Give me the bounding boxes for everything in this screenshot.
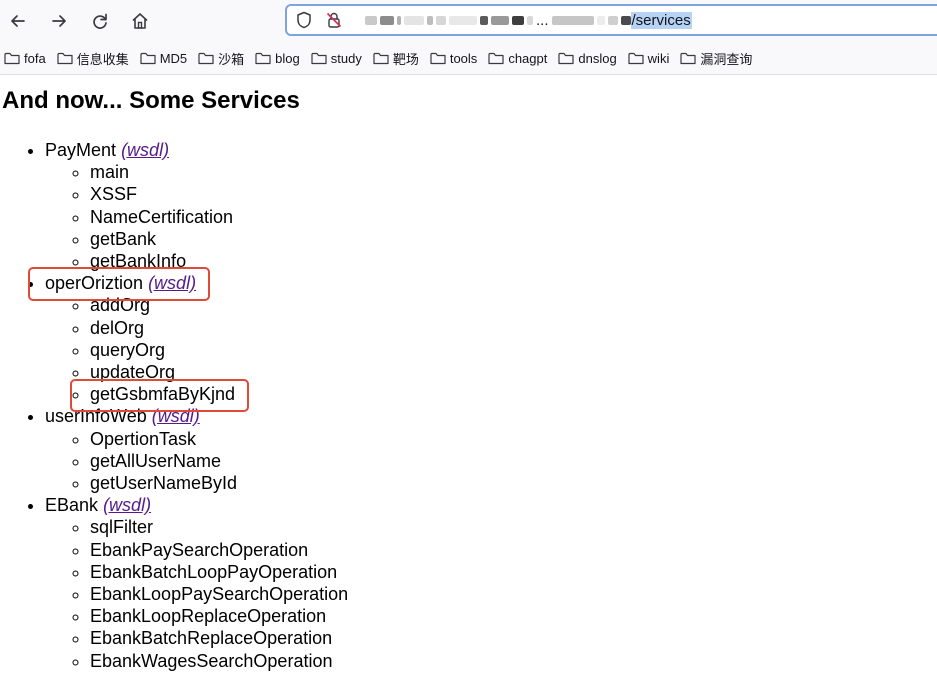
bookmark-folder[interactable]: 漏洞查询 (680, 49, 752, 68)
folder-icon (255, 52, 271, 64)
bookmark-label: tools (449, 50, 478, 66)
insecure-lock-icon[interactable] (325, 11, 343, 29)
bookmark-folder[interactable]: study (311, 51, 362, 66)
wsdl-link[interactable]: (wsdl) (103, 495, 151, 515)
wsdl-link[interactable]: (wsdl) (121, 140, 169, 160)
url-bar[interactable]: ... /services (285, 4, 937, 36)
service-item: PayMent (wsdl) main XSSF NameCertificati… (45, 139, 348, 272)
bookmark-folder[interactable]: fofa (4, 51, 46, 66)
bookmark-folder[interactable]: blog (255, 51, 300, 66)
operation-item: EbankBatchLoopPayOperation (90, 561, 348, 583)
operation-item: EbankLoopReplaceOperation (90, 605, 348, 627)
folder-icon (680, 52, 696, 64)
operations-list: sqlFilter EbankPaySearchOperation EbankB… (45, 516, 348, 671)
bookmark-label: dnslog (578, 50, 617, 66)
home-button[interactable] (128, 9, 152, 33)
url-host-fragment: ... (536, 11, 549, 29)
folder-icon (373, 52, 389, 64)
operation-item: EbankWagesSearchOperation (90, 650, 348, 672)
highlight-box-operation (70, 379, 249, 412)
folder-icon (430, 52, 446, 64)
operation-item: queryOrg (90, 339, 348, 361)
folder-icon (488, 52, 504, 64)
operation-item: EbankPaySearchOperation (90, 539, 348, 561)
bookmarks-bar: fofa 信息收集 MD5 沙箱 blog study 靶场 tools cha… (0, 42, 937, 75)
operation-item: main (90, 161, 348, 183)
arrow-right-icon (52, 15, 66, 27)
bookmark-label: wiki (647, 50, 670, 66)
operations-list: OpertionTask getAllUserName getUserNameB… (45, 428, 348, 495)
forward-button[interactable] (47, 9, 71, 33)
bookmark-label: 靶场 (392, 51, 419, 67)
service-name: EBank (45, 495, 99, 516)
operation-item: delOrg (90, 317, 348, 339)
operation-item: getUserNameById (90, 472, 348, 494)
operation-item: EbankBatchReplaceOperation (90, 627, 348, 649)
operations-list: main XSSF NameCertification getBank getB… (45, 161, 348, 272)
service-item: EBank (wsdl) sqlFilter EbankPaySearchOpe… (45, 494, 348, 672)
bookmark-label: 漏洞查询 (700, 51, 753, 67)
bookmark-folder[interactable]: chagpt (488, 51, 547, 66)
bookmark-label: study (330, 50, 362, 66)
bookmark-label: chagpt (508, 50, 548, 66)
back-button[interactable] (6, 9, 30, 33)
browser-toolbar: ... /services (0, 0, 937, 42)
arrow-left-icon (11, 15, 25, 27)
reload-button[interactable] (88, 9, 112, 33)
service-name: PayMent (45, 140, 117, 160)
highlight-box-service (28, 267, 210, 301)
operation-item: sqlFilter (90, 516, 348, 538)
folder-icon (558, 52, 574, 64)
folder-icon (57, 52, 73, 64)
url-host-redacted: ... (365, 11, 631, 29)
folder-icon (628, 52, 644, 64)
folder-icon (311, 52, 327, 64)
home-icon (132, 13, 148, 29)
folder-icon (4, 52, 20, 64)
bookmark-folder[interactable]: dnslog (558, 50, 617, 66)
bookmark-folder[interactable]: 信息收集 (57, 49, 129, 68)
bookmark-folder[interactable]: tools (430, 51, 477, 66)
shield-icon[interactable] (295, 11, 313, 29)
bookmark-label: 沙箱 (218, 51, 245, 67)
operation-item: getBank (90, 228, 348, 250)
operation-item: NameCertification (90, 206, 348, 228)
bookmark-label: fofa (24, 50, 46, 66)
bookmark-folder[interactable]: MD5 (140, 51, 187, 66)
reload-icon (93, 13, 107, 29)
operation-item: OpertionTask (90, 428, 348, 450)
bookmark-folder[interactable]: 靶场 (373, 49, 419, 68)
service-item: userInfoWeb (wsdl) OpertionTask getAllUs… (45, 405, 348, 494)
page-title: And now... Some Services (2, 87, 300, 114)
folder-icon (140, 52, 156, 64)
bookmark-folder[interactable]: 沙箱 (198, 49, 244, 68)
bookmark-label: 信息收集 (76, 51, 129, 67)
bookmark-label: MD5 (159, 50, 188, 66)
operation-item: EbankLoopPaySearchOperation (90, 583, 348, 605)
bookmark-folder[interactable]: wiki (628, 50, 670, 66)
bookmark-label: blog (275, 50, 300, 66)
folder-icon (198, 52, 214, 64)
operation-item: XSSF (90, 183, 348, 205)
operation-item: getAllUserName (90, 450, 348, 472)
url-path: /services (630, 11, 692, 29)
